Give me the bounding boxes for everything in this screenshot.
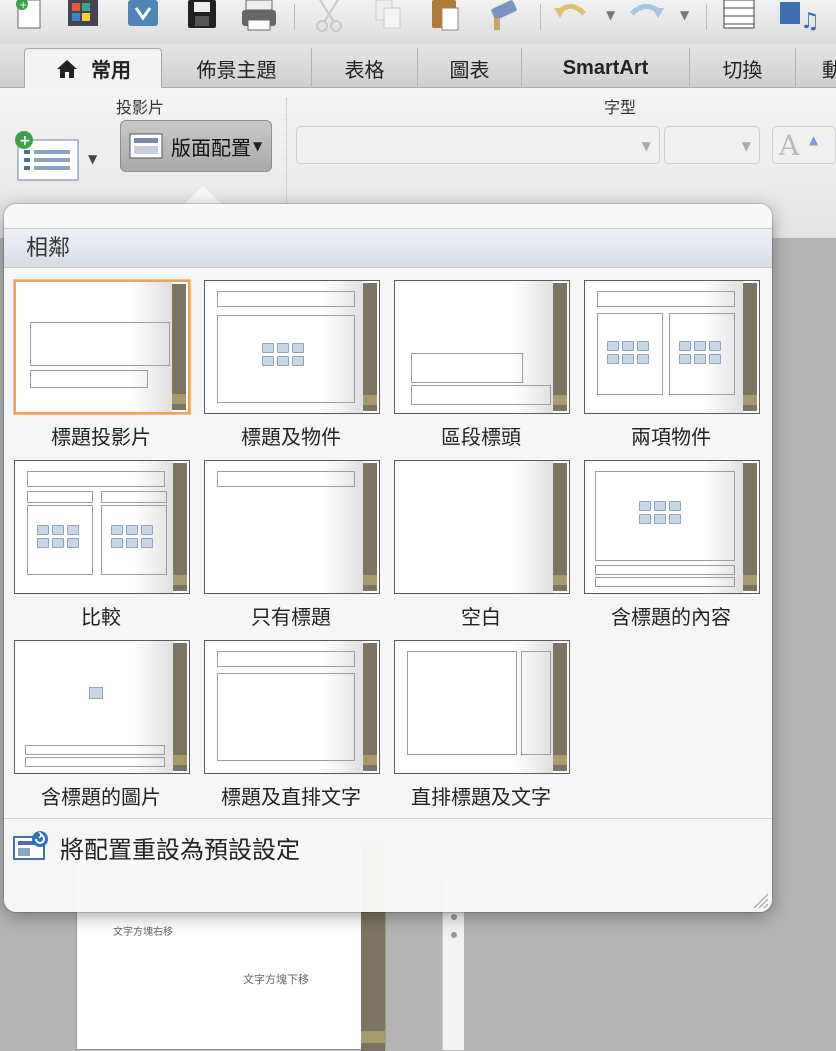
svg-text:+: +: [19, 0, 27, 11]
tab-label: 切換: [722, 57, 763, 82]
layout-label: 含標題的內容: [611, 605, 731, 629]
tab-label: 常用: [91, 58, 131, 82]
tab-animations[interactable]: 動: [796, 48, 836, 88]
tab-label: 動: [822, 57, 836, 82]
tab-smartart[interactable]: SmartArt: [522, 48, 690, 88]
slide-accent-bar-light: [361, 1031, 385, 1043]
tab-label: 佈景主題: [196, 57, 277, 82]
svg-text:+: +: [19, 133, 31, 149]
layout-button-label: 版面配置: [171, 135, 251, 160]
font-size-select[interactable]: ▼: [664, 126, 760, 164]
slide-text: 文字方塊下移: [243, 973, 309, 986]
content-placeholder-icon: [262, 343, 304, 366]
new-slide-icon: +: [15, 131, 79, 181]
layout-button[interactable]: 版面配置 ▼: [120, 120, 272, 172]
layout-label: 標題及物件: [241, 425, 341, 449]
gallery-section-header: 相鄰: [4, 228, 772, 268]
save-icon[interactable]: [184, 0, 224, 34]
new-slide-button[interactable]: +: [12, 130, 82, 182]
layout-label: 只有標題: [251, 605, 331, 629]
paste-icon[interactable]: [428, 0, 468, 34]
gallery-icon[interactable]: [66, 0, 106, 34]
popup-pointer: [183, 186, 223, 205]
tab-label: SmartArt: [562, 56, 649, 79]
layout-thumb-content-caption[interactable]: [584, 460, 760, 594]
undo-dropdown-icon[interactable]: ▼: [606, 8, 615, 22]
content-placeholder-icon: [679, 341, 721, 364]
scroll-dot: [451, 914, 457, 920]
content-placeholder-icon: [607, 341, 649, 364]
resize-grip-icon[interactable]: [750, 890, 768, 908]
tab-home[interactable]: 常用: [24, 48, 162, 88]
layout-thumb-two-content[interactable]: [584, 280, 760, 414]
content-placeholder-icon: [111, 525, 153, 548]
layout-icon: [129, 133, 163, 159]
standard-toolbar: + ▼ ▼ ♫: [0, 0, 836, 44]
tab-themes[interactable]: 佈景主題: [162, 48, 312, 88]
layout-gallery-popup: 相鄰 標題投影片 標題及物件 區段標頭 兩項物件 比較 只有標題 空白 含標題的…: [4, 204, 772, 912]
toolbar-separator: [294, 4, 295, 30]
layout-thumb-title-vertical-text[interactable]: [204, 640, 380, 774]
redo-icon[interactable]: [626, 0, 666, 34]
layout-label: 直排標題及文字: [411, 785, 551, 809]
reset-layout-icon: [13, 831, 48, 860]
font-name-select[interactable]: ▼: [296, 126, 660, 164]
increase-font-button[interactable]: A ▲: [772, 126, 836, 164]
media-icon[interactable]: ♫: [780, 0, 820, 34]
open-icon[interactable]: [124, 0, 164, 34]
tab-label: 表格: [344, 57, 385, 82]
layout-thumb-section-header[interactable]: [394, 280, 570, 414]
layout-thumb-comparison[interactable]: [14, 460, 190, 594]
group-title-slides: 投影片: [116, 98, 165, 117]
layout-label: 兩項物件: [631, 425, 711, 449]
home-icon: [57, 59, 77, 78]
tab-label: 圖表: [449, 57, 490, 82]
layout-label: 標題投影片: [51, 425, 151, 449]
layout-label: 標題及直排文字: [221, 785, 361, 809]
reset-layout-label: 將配置重設為預設設定: [60, 835, 300, 864]
popup-divider: [4, 818, 772, 819]
scroll-dot: [451, 932, 457, 938]
redo-dropdown-icon[interactable]: ▼: [680, 8, 689, 22]
undo-icon[interactable]: [552, 0, 592, 34]
reset-layout-button[interactable]: 將配置重設為預設設定: [12, 830, 300, 864]
layout-thumb-picture-caption[interactable]: [14, 640, 190, 774]
content-placeholder-icon: [639, 501, 681, 524]
ribbon-tabs: 常用 佈景主題 表格 圖表 SmartArt 切換 動: [0, 44, 836, 88]
layout-label: 比較: [81, 605, 121, 629]
tab-tables[interactable]: 表格: [312, 48, 418, 88]
layout-dropdown-icon: ▼: [253, 139, 263, 153]
table-icon[interactable]: [722, 0, 762, 34]
slide-text: 文字方塊右移: [113, 927, 173, 938]
toolbar-separator: [540, 4, 541, 30]
tab-transitions[interactable]: 切換: [690, 48, 796, 88]
picture-placeholder-icon: [89, 687, 103, 699]
cut-icon[interactable]: [310, 0, 350, 34]
svg-text:♫: ♫: [800, 9, 820, 34]
increase-font-icon: A: [779, 129, 800, 162]
print-icon[interactable]: [240, 0, 280, 34]
toolbar-separator: [706, 4, 707, 30]
layout-thumb-vertical-title-text[interactable]: [394, 640, 570, 774]
layout-thumb-title-slide[interactable]: [14, 280, 190, 414]
layout-thumb-title-content[interactable]: [204, 280, 380, 414]
layout-label: 區段標頭: [441, 425, 521, 449]
layout-thumb-blank[interactable]: [394, 460, 570, 594]
new-slide-dropdown-icon[interactable]: ▼: [88, 152, 97, 166]
group-title-font: 字型: [604, 98, 637, 117]
layout-thumb-title-only[interactable]: [204, 460, 380, 594]
format-painter-icon[interactable]: [484, 0, 524, 34]
tab-charts[interactable]: 圖表: [418, 48, 522, 88]
copy-icon[interactable]: [370, 0, 410, 34]
content-placeholder-icon: [37, 525, 79, 548]
new-document-icon[interactable]: +: [10, 0, 50, 34]
layout-label: 空白: [461, 605, 501, 629]
layout-label: 含標題的圖片: [41, 785, 161, 809]
